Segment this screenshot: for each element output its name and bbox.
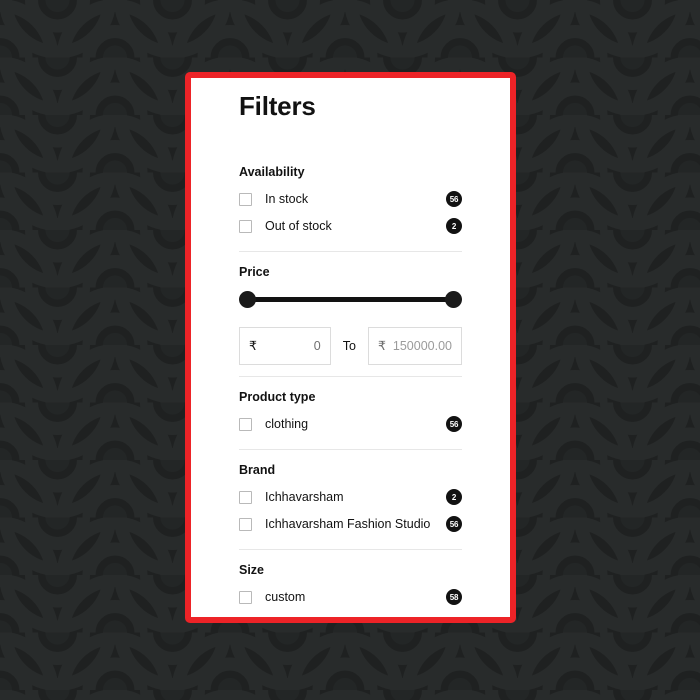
price-range-track[interactable] bbox=[247, 296, 454, 302]
price-from-field[interactable]: ₹ 0 bbox=[239, 326, 331, 365]
section-label-product-type: Product type bbox=[239, 389, 316, 404]
status-badge: 56 bbox=[446, 416, 462, 433]
section-label-availability: Availability bbox=[239, 164, 305, 179]
price-inputs-row: ₹ 0 To ₹ 150000.00 bbox=[239, 326, 462, 365]
filter-option-label: Out of stock bbox=[265, 219, 332, 234]
filter-section-availability: Availability In stock 56 Out of stock 2 bbox=[239, 165, 462, 240]
section-label-brand: Brand bbox=[239, 462, 276, 477]
filter-option-label: Ichhavarsham Fashion Studio bbox=[265, 517, 431, 532]
checkbox-ichhavarsham[interactable] bbox=[239, 490, 252, 504]
section-label-size: Size bbox=[239, 562, 265, 577]
price-range-slider[interactable] bbox=[239, 287, 462, 313]
filter-section-price: Price ₹ 0 To ₹ 150000.00 bbox=[239, 265, 462, 365]
section-divider bbox=[239, 548, 462, 550]
section-divider bbox=[239, 375, 462, 377]
filter-section-size: Size custom 58 bbox=[239, 563, 462, 611]
filter-option-ichhavarsham-fashion-studio[interactable]: Ichhavarsham Fashion Studio 56 bbox=[239, 511, 462, 538]
rupee-icon: ₹ bbox=[249, 339, 257, 354]
status-badge: 2 bbox=[446, 218, 462, 235]
price-range-max-handle[interactable] bbox=[445, 290, 462, 308]
filter-option-label: In stock bbox=[265, 192, 309, 207]
filter-option-out-of-stock[interactable]: Out of stock 2 bbox=[239, 213, 462, 240]
rupee-icon: ₹ bbox=[377, 339, 386, 354]
filter-option-in-stock[interactable]: In stock 56 bbox=[239, 186, 462, 213]
page-title: Filters bbox=[239, 91, 316, 121]
checkbox-ichhavarsham-fashion-studio[interactable] bbox=[239, 517, 252, 531]
status-badge: 56 bbox=[446, 191, 462, 208]
filter-option-ichhavarsham[interactable]: Ichhavarsham 2 bbox=[239, 484, 462, 511]
filter-option-clothing[interactable]: clothing 56 bbox=[239, 411, 462, 438]
filters-panel: Filters Availability In stock 56 Out of … bbox=[185, 72, 516, 623]
price-to-field[interactable]: ₹ 150000.00 bbox=[367, 326, 462, 365]
filter-option-label: clothing bbox=[265, 417, 309, 432]
price-range-min-handle[interactable] bbox=[239, 290, 256, 308]
price-range-separator-label: To bbox=[342, 338, 356, 353]
checkbox-out-of-stock[interactable] bbox=[239, 219, 252, 233]
section-label-price: Price bbox=[239, 264, 270, 279]
filter-option-custom[interactable]: custom 58 bbox=[239, 584, 462, 611]
section-divider bbox=[239, 250, 462, 252]
status-badge: 58 bbox=[446, 589, 462, 606]
status-badge: 56 bbox=[446, 516, 462, 533]
filters-panel-content: Filters Availability In stock 56 Out of … bbox=[191, 78, 510, 617]
price-to-value[interactable]: 150000.00 bbox=[386, 339, 452, 353]
price-from-value[interactable]: 0 bbox=[257, 339, 321, 353]
status-badge: 2 bbox=[446, 489, 462, 506]
checkbox-clothing[interactable] bbox=[239, 417, 252, 431]
checkbox-custom[interactable] bbox=[239, 590, 252, 604]
section-divider bbox=[239, 448, 462, 450]
filter-option-label: Ichhavarsham bbox=[265, 490, 344, 505]
section-divider bbox=[239, 622, 462, 623]
checkbox-in-stock[interactable] bbox=[239, 192, 252, 206]
filter-section-product-type: Product type clothing 56 bbox=[239, 390, 462, 438]
filter-section-brand: Brand Ichhavarsham 2 Ichhavarsham Fashio… bbox=[239, 463, 462, 538]
filter-option-label: custom bbox=[265, 590, 306, 605]
